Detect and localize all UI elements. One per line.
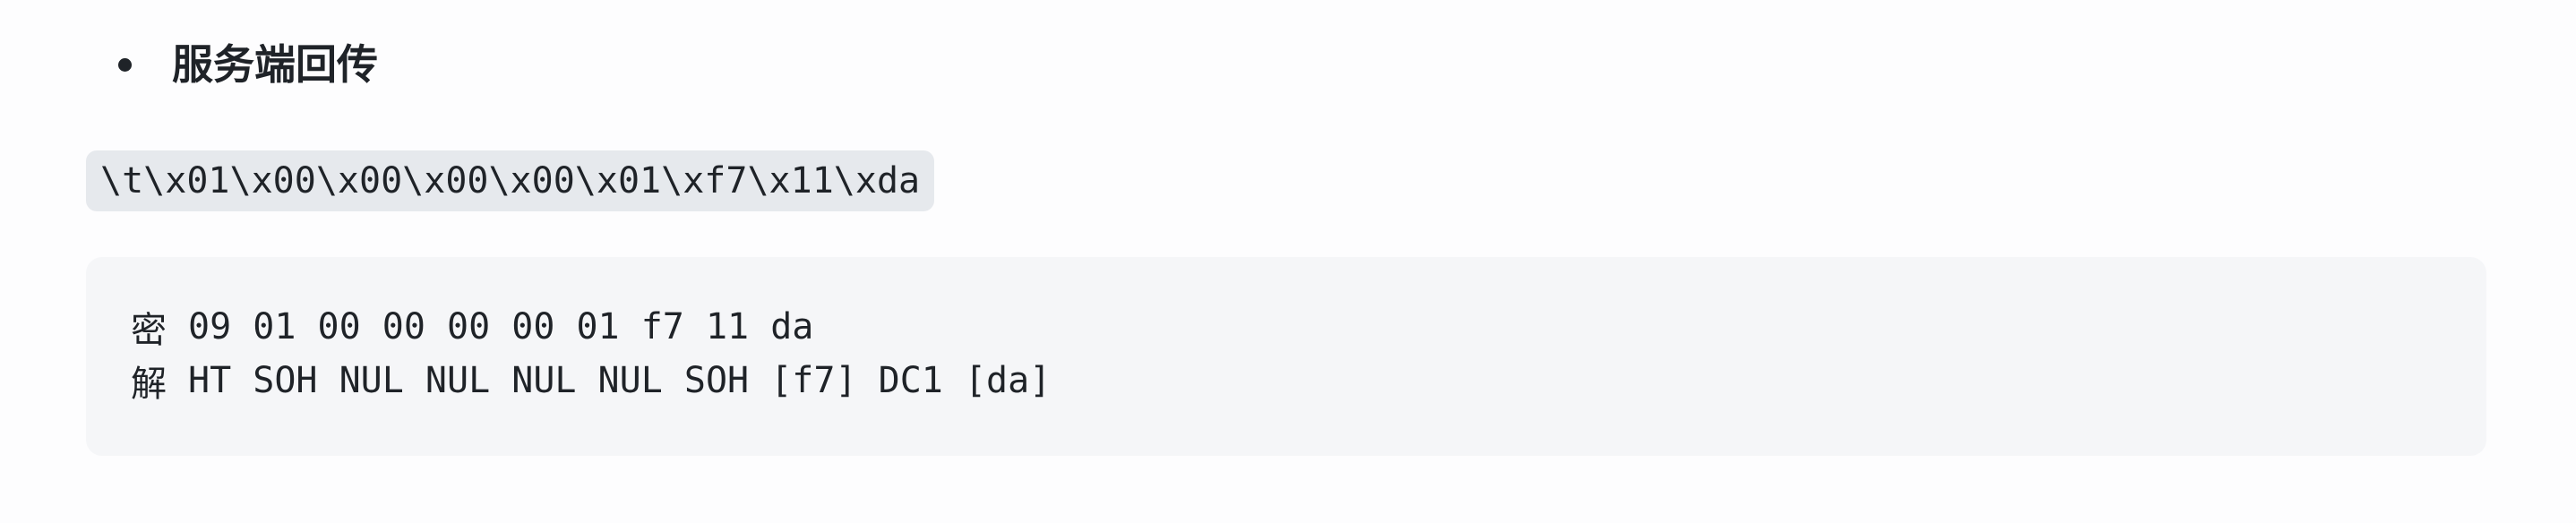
list-item-label: 服务端回传	[172, 40, 378, 89]
code-line-decrypted: 解 HT SOH NUL NUL NUL NUL SOH [f7] DC1 [d…	[131, 354, 2442, 407]
code-line-prefix: 解	[131, 364, 167, 405]
inline-code: \t\x01\x00\x00\x00\x00\x01\xf7\x11\xda	[86, 150, 935, 211]
code-line-text: HT SOH NUL NUL NUL NUL SOH [f7] DC1 [da]	[188, 360, 1052, 401]
code-line-text: 09 01 00 00 00 00 01 f7 11 da	[188, 306, 814, 347]
bullet-icon	[118, 57, 132, 72]
code-line-prefix: 密	[131, 310, 167, 351]
code-line-encrypted: 密 09 01 00 00 00 00 01 f7 11 da	[131, 300, 2442, 354]
document-content: 服务端回传 \t\x01\x00\x00\x00\x00\x01\xf7\x11…	[0, 0, 2576, 523]
code-block: 密 09 01 00 00 00 00 01 f7 11 da 解 HT SOH…	[86, 257, 2486, 456]
list-item: 服务端回传	[118, 30, 378, 99]
